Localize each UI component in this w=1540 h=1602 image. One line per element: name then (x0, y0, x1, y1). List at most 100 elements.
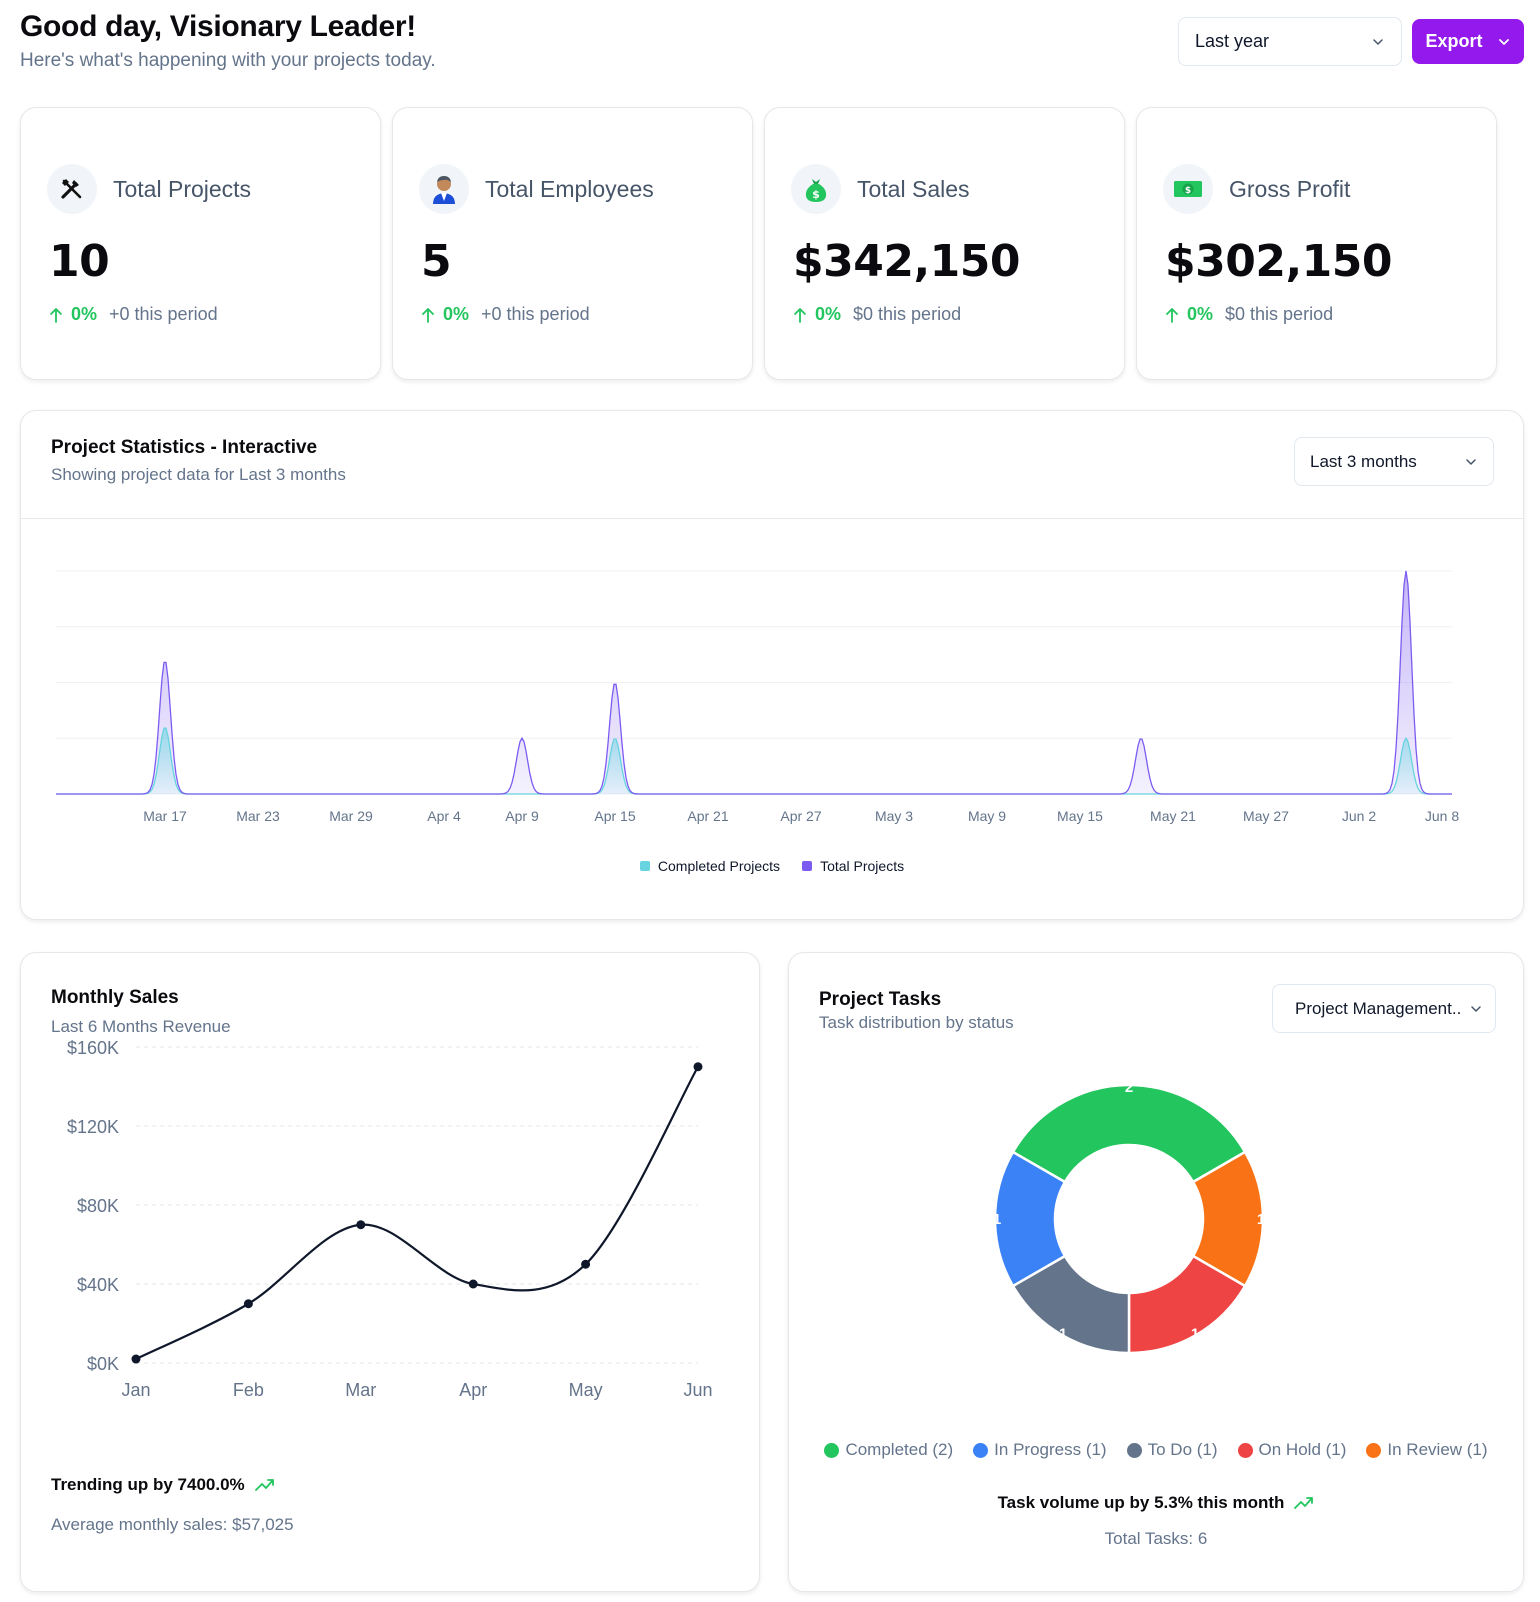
pie-legend: Completed (2) In Progress (1) To Do (1) On … (789, 1440, 1523, 1460)
donut-slice-completed[interactable] (1011, 1083, 1247, 1184)
svg-text:$: $ (812, 188, 820, 201)
x-tick-label: May 21 (1150, 808, 1196, 824)
slice-value-label: 1 (1257, 1211, 1265, 1228)
project-statistics-chart: Mar 17 Mar 23 Mar 29 Apr 4 Apr 9 Apr 15 Apr 21… (56, 570, 1459, 824)
chevron-down-icon (1498, 38, 1509, 45)
x-tick-label: Apr 21 (687, 808, 728, 824)
card-subtitle: Showing project data for Last 3 months (51, 465, 346, 484)
stat-delta: 0% $0 this period (793, 304, 961, 325)
legend-dot (824, 1442, 840, 1458)
y-tick-label: $120K (67, 1117, 119, 1137)
legend-item-total-projects[interactable]: Total Projects (802, 858, 904, 874)
monthly-sales-card: Monthly Sales Last 6 Months Revenue $0K $… (20, 952, 760, 1592)
legend-label: Completed Projects (657, 858, 781, 874)
period-select[interactable]: Last year (1178, 17, 1402, 66)
legend-dot (1366, 1442, 1382, 1458)
page-subtitle: Here's what's happening with your projec… (20, 50, 436, 71)
stat-title: Total Sales (857, 175, 970, 202)
arrow-up-icon (422, 307, 434, 323)
y-tick-label: $160K (67, 1038, 119, 1058)
x-tick-label: Jun 2 (1342, 808, 1376, 824)
card-title: Project Statistics - Interactive (51, 437, 318, 458)
stat-percent: 0% (443, 304, 470, 324)
stat-period: $0 this period (853, 304, 962, 324)
arrow-up-icon (50, 307, 62, 323)
legend-dot (1237, 1442, 1253, 1458)
x-tick-label: Apr (459, 1380, 487, 1400)
stat-percent: 0% (1187, 304, 1214, 324)
stat-card-total-employees: Total Employees 5 0% +0 this period (392, 107, 753, 380)
y-tick-label: $0K (87, 1354, 119, 1374)
x-tick-label: May (569, 1380, 603, 1400)
x-tick-label: May 3 (875, 808, 913, 824)
sales-point[interactable] (581, 1259, 591, 1269)
period-select-value: Last year (1195, 31, 1270, 51)
project-statistics-card: Project Statistics - Interactive Showing… (20, 410, 1524, 920)
sales-point[interactable] (468, 1279, 478, 1289)
legend-item-completed-projects[interactable]: Completed Projects (639, 858, 781, 874)
stat-delta: 0% +0 this period (49, 304, 218, 325)
monthly-sales-chart: $0K $40K $80K $120K $160K Jan Feb Mar Apr May Jun (67, 1038, 713, 1400)
sales-trend: Trending up by 7400.0% (51, 1475, 275, 1495)
sales-trend-text: Trending up by 7400.0% (51, 1475, 245, 1494)
x-tick-label: Apr 27 (780, 808, 821, 824)
legend-item-in-progress[interactable]: In Progress (1) (973, 1440, 1107, 1460)
export-button-label: Export (1425, 31, 1483, 51)
x-tick-label: Mar (345, 1380, 376, 1400)
slice-value-label: 1 (1191, 1325, 1199, 1342)
x-tick-label: Feb (233, 1380, 264, 1400)
legend-label: In Progress (1) (994, 1440, 1107, 1459)
stat-value: $302,150 (1165, 236, 1393, 287)
x-tick-label: Mar 17 (143, 808, 187, 824)
chart-legend: Completed Projects Total Projects (21, 858, 1523, 874)
range-select-value: Last 3 months (1310, 451, 1417, 471)
sales-point[interactable] (243, 1299, 253, 1309)
project-tasks-card: Project Tasks Task distribution by statu… (788, 952, 1524, 1592)
tools-icon (47, 164, 97, 214)
task-trend: Task volume up by 5.3% this month (789, 1493, 1523, 1513)
slice-value-label: 1 (1059, 1325, 1067, 1342)
money-bag-icon: $ (791, 164, 841, 214)
legend-item-completed[interactable]: Completed (2) (824, 1440, 953, 1460)
legend-label: Total Projects (820, 858, 905, 874)
export-button[interactable]: Export (1412, 19, 1524, 64)
stat-value: 5 (421, 236, 452, 287)
x-tick-label: Jun 8 (1425, 808, 1459, 824)
trending-up-icon (1294, 1497, 1314, 1509)
stat-title: Total Employees (485, 175, 654, 202)
chevron-down-icon (1373, 38, 1383, 45)
slice-value-label: 1 (993, 1211, 1001, 1228)
stat-percent: 0% (815, 304, 842, 324)
range-select[interactable]: Last 3 months (1294, 437, 1494, 486)
stat-card-total-sales: $ Total Sales $342,150 0% $0 this period (764, 107, 1125, 380)
legend-label: In Review (1) (1387, 1440, 1488, 1459)
x-tick-label: Mar 23 (236, 808, 280, 824)
trending-up-icon (254, 1479, 274, 1491)
employee-icon (419, 164, 469, 214)
sales-point[interactable] (131, 1354, 141, 1364)
legend-item-to-do[interactable]: To Do (1) (1126, 1440, 1218, 1460)
stat-percent: 0% (71, 304, 98, 324)
y-tick-label: $40K (77, 1275, 119, 1295)
x-tick-label: May 9 (968, 808, 1006, 824)
stat-period: $0 this period (1225, 304, 1334, 324)
stat-title: Total Projects (113, 175, 252, 202)
sales-average: Average monthly sales: $57,025 (51, 1515, 294, 1534)
stat-delta: 0% $0 this period (1165, 304, 1333, 325)
legend-dot (1126, 1442, 1142, 1458)
legend-item-on-hold[interactable]: On Hold (1) (1237, 1440, 1346, 1460)
stat-card-gross-profit: $ Gross Profit $302,150 0% $0 this perio… (1136, 107, 1497, 380)
page-title: Good day, Visionary Leader! (20, 10, 416, 43)
stat-value: 10 (49, 236, 110, 287)
x-tick-label: Jun (683, 1380, 712, 1400)
sales-point[interactable] (356, 1220, 366, 1230)
stat-value: $342,150 (793, 236, 1021, 287)
arrow-up-icon (794, 307, 806, 323)
legend-label: To Do (1) (1147, 1440, 1218, 1459)
task-status-donut: 2 1 1 1 1 (993, 1079, 1265, 1355)
arrow-up-icon (1166, 307, 1178, 323)
x-tick-label: Apr 9 (505, 808, 539, 824)
sales-point[interactable] (693, 1062, 703, 1072)
stat-period: +0 this period (481, 304, 590, 324)
legend-item-in-review[interactable]: In Review (1) (1366, 1440, 1488, 1460)
